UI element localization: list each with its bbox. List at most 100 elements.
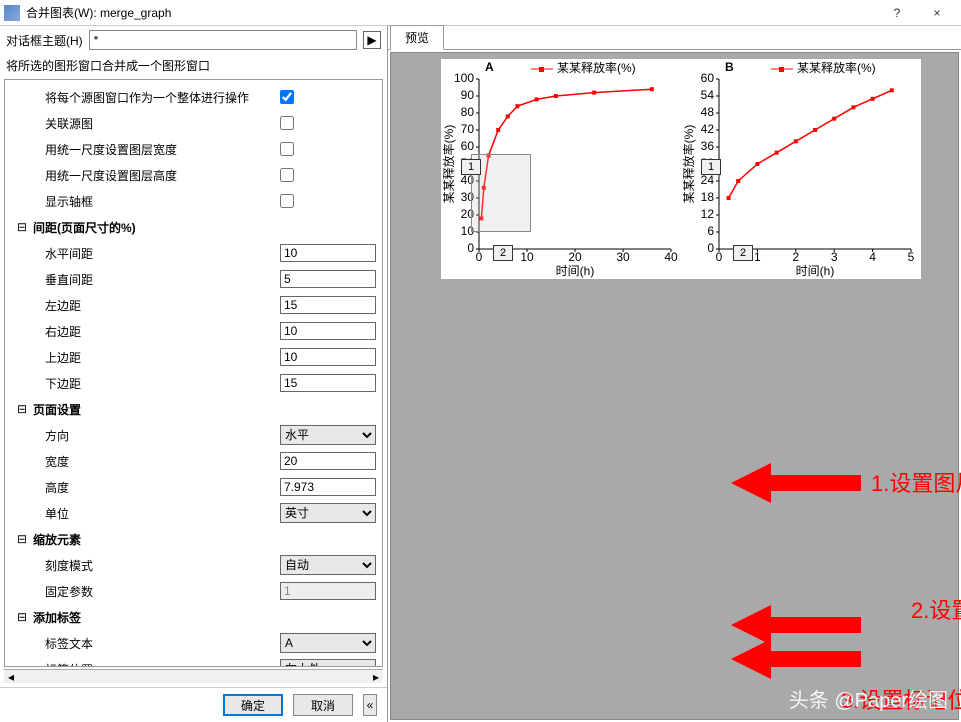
help-button[interactable]: ? (877, 2, 917, 24)
rmargin-label: 右边距 (15, 323, 280, 340)
scalemode-select[interactable]: 自动 (280, 555, 376, 575)
opt-show-frame: 显示轴框 (15, 193, 280, 210)
svg-text:6: 6 (707, 224, 714, 238)
labelpos-select[interactable]: 左上外 (280, 659, 376, 667)
width-label: 宽度 (15, 453, 280, 470)
svg-text:60: 60 (461, 139, 475, 153)
tmargin-label: 上边距 (15, 349, 280, 366)
theme-label: 对话框主题(H) (6, 32, 83, 49)
h-scrollbar[interactable]: ◂▸ (4, 669, 383, 683)
section-page: 页面设置 (29, 401, 380, 418)
svg-text:12: 12 (701, 207, 715, 221)
tmargin-input[interactable] (280, 348, 376, 366)
checkbox-uniform-height[interactable] (280, 168, 294, 182)
arrow-icon (731, 453, 861, 513)
expand-button[interactable]: « (363, 694, 377, 716)
svg-text:0: 0 (476, 250, 483, 264)
vgap-label: 垂直间距 (15, 271, 280, 288)
svg-text:70: 70 (461, 122, 475, 136)
annotation-1: 1.设置图片尺寸 (871, 466, 961, 498)
tab-preview[interactable]: 预览 (390, 25, 444, 50)
lmargin-input[interactable] (280, 296, 376, 314)
arrow-icon (731, 629, 861, 689)
svg-text:5: 5 (908, 250, 915, 264)
svg-text:30: 30 (616, 250, 630, 264)
section-scale: 缩放元素 (29, 531, 380, 548)
svg-text:0: 0 (707, 241, 714, 255)
chart-a: A 某某释放率(%) 01020304050607080901000102030… (441, 59, 681, 279)
svg-text:54: 54 (701, 88, 715, 102)
checkbox-show-frame[interactable] (280, 194, 294, 208)
svg-text:时间(h): 时间(h) (796, 264, 835, 278)
collapse-icon[interactable]: ⊟ (15, 402, 29, 417)
lmargin-label: 左边距 (15, 297, 280, 314)
collapse-icon[interactable]: ⊟ (15, 532, 29, 547)
rmargin-input[interactable] (280, 322, 376, 340)
section-label: 添加标签 (29, 609, 380, 626)
close-button[interactable]: × (917, 2, 957, 24)
collapse-icon[interactable]: ⊟ (15, 220, 29, 235)
fixed-input[interactable] (280, 582, 376, 600)
vgap-input[interactable] (280, 270, 376, 288)
svg-text:3: 3 (831, 250, 838, 264)
cancel-button[interactable]: 取消 (293, 694, 353, 716)
svg-text:2: 2 (792, 250, 799, 264)
orient-label: 方向 (15, 427, 280, 444)
unit-select[interactable]: 英寸 (280, 503, 376, 523)
preview-canvas: A 某某释放率(%) 01020304050607080901000102030… (390, 52, 959, 720)
section-spacing: 间距(页面尺寸的%) (29, 219, 380, 236)
orient-select[interactable]: 水平 (280, 425, 376, 445)
svg-text:60: 60 (701, 71, 715, 85)
chart-pair: A 某某释放率(%) 01020304050607080901000102030… (441, 59, 921, 279)
settings-scroll[interactable]: 将每个源图窗口作为一个整体进行操作 关联源图 用统一尺度设置图层宽度 用统一尺度… (4, 79, 383, 667)
theme-menu-button[interactable]: ▶ (363, 31, 381, 49)
theme-input[interactable] (89, 30, 357, 50)
bmargin-label: 下边距 (15, 375, 280, 392)
opt-treat-source: 将每个源图窗口作为一个整体进行操作 (15, 89, 280, 106)
svg-text:某某释放率(%): 某某释放率(%) (557, 60, 636, 75)
ok-button[interactable]: 确定 (223, 694, 283, 716)
width-input[interactable] (280, 452, 376, 470)
checkbox-uniform-width[interactable] (280, 142, 294, 156)
hgap-label: 水平间距 (15, 245, 280, 262)
checkbox-treat-source[interactable] (280, 90, 294, 104)
titlebar: 合并图表(W): merge_graph ? × (0, 0, 961, 26)
svg-text:80: 80 (461, 105, 475, 119)
svg-text:20: 20 (568, 250, 582, 264)
opt-uniform-width: 用统一尺度设置图层宽度 (15, 141, 280, 158)
svg-text:0: 0 (716, 250, 723, 264)
window-title: 合并图表(W): merge_graph (26, 4, 877, 21)
labeltext-label: 标签文本 (15, 635, 280, 652)
labeltext-select[interactable]: A (280, 633, 376, 653)
opt-uniform-height: 用统一尺度设置图层高度 (15, 167, 280, 184)
svg-text:时间(h): 时间(h) (556, 264, 595, 278)
collapse-icon[interactable]: ⊟ (15, 610, 29, 625)
preview-panel: 预览 A 某某释放率(%) 01020304050607080901000102… (388, 26, 961, 722)
svg-text:B: B (725, 60, 734, 74)
height-label: 高度 (15, 479, 280, 496)
svg-text:0: 0 (467, 241, 474, 255)
svg-text:某某释放率(%): 某某释放率(%) (797, 60, 876, 75)
svg-text:某某释放率(%): 某某释放率(%) (441, 125, 456, 204)
svg-text:24: 24 (701, 173, 715, 187)
svg-text:90: 90 (461, 88, 475, 102)
watermark: 头条 @Paper绘图 (789, 684, 948, 713)
svg-text:某某释放率(%): 某某释放率(%) (681, 125, 696, 204)
panel-subtitle: 将所选的图形窗口合并成一个图形窗口 (0, 54, 387, 77)
bmargin-input[interactable] (280, 374, 376, 392)
svg-text:42: 42 (701, 122, 715, 136)
opt-link-source: 关联源图 (15, 115, 280, 132)
unit-label: 单位 (15, 505, 280, 522)
svg-text:18: 18 (701, 190, 715, 204)
fixed-label: 固定参数 (15, 583, 280, 600)
height-input[interactable] (280, 478, 376, 496)
app-icon (4, 5, 20, 21)
hgap-input[interactable] (280, 244, 376, 262)
svg-text:40: 40 (664, 250, 678, 264)
settings-panel: 对话框主题(H) ▶ 将所选的图形窗口合并成一个图形窗口 将每个源图窗口作为一个… (0, 26, 388, 722)
chart-b: B 某某释放率(%) 06121824303642485460012345 某某… (681, 59, 921, 279)
svg-text:A: A (485, 60, 494, 74)
checkbox-link-source[interactable] (280, 116, 294, 130)
annotation-2: 2.设置标记 (911, 593, 961, 625)
labelpos-label: 标签位置 (15, 661, 280, 668)
